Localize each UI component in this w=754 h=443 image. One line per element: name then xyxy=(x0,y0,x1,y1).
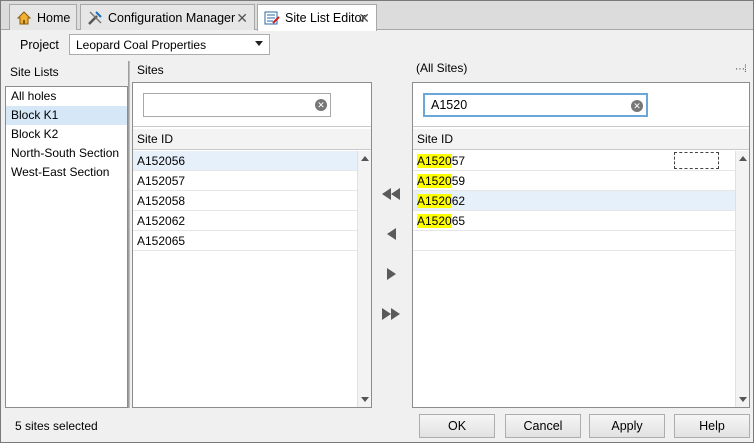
right-arrow-icon xyxy=(386,268,396,280)
splitter[interactable] xyxy=(128,61,130,408)
cancel-button[interactable]: Cancel xyxy=(505,414,581,438)
site-list-item[interactable]: North-South Section xyxy=(6,144,127,163)
ok-button[interactable]: OK xyxy=(419,414,495,438)
match-highlight: A1520 xyxy=(417,214,452,228)
tab-configuration-manager-label: Configuration Manager xyxy=(108,10,236,25)
sites-search-area: ✕ xyxy=(133,83,371,127)
sites-title: Sites xyxy=(137,63,164,77)
table-row[interactable]: A152062 xyxy=(133,211,357,231)
add-all-button[interactable] xyxy=(379,304,403,324)
project-label: Project xyxy=(20,38,59,52)
site-lists-title: Site Lists xyxy=(10,65,59,79)
all-sites-search-input[interactable] xyxy=(423,93,648,117)
chevron-down-icon xyxy=(255,41,263,46)
scroll-up-icon[interactable] xyxy=(739,156,747,161)
table-row[interactable]: A152065 xyxy=(133,231,357,251)
all-sites-title: (All Sites) xyxy=(416,61,468,75)
home-icon xyxy=(16,10,32,26)
sites-column-header[interactable]: Site ID xyxy=(133,129,371,150)
sites-scrollbar[interactable] xyxy=(357,151,371,407)
double-right-arrow-icon xyxy=(382,308,391,320)
table-row[interactable] xyxy=(413,231,735,251)
clear-search-icon[interactable]: ✕ xyxy=(631,100,643,112)
sites-grid: ✕ Site ID A152056 A152057 A152058 A15206… xyxy=(132,82,372,408)
apply-button[interactable]: Apply xyxy=(589,414,665,438)
scroll-down-icon[interactable] xyxy=(361,397,369,402)
tab-site-list-editor-label: Site List Editor xyxy=(285,11,366,25)
help-button[interactable]: Help xyxy=(674,414,750,438)
table-row[interactable]: A152059 xyxy=(413,171,735,191)
tab-home[interactable]: Home xyxy=(9,4,77,30)
tab-configuration-manager[interactable]: Configuration Manager ✕ xyxy=(80,4,255,30)
all-sites-search-area: ✕ xyxy=(413,83,749,127)
site-list-item[interactable]: Block K2 xyxy=(6,125,127,144)
match-highlight: A1520 xyxy=(417,174,452,188)
table-row[interactable]: A152057 xyxy=(413,151,735,171)
status-text: 5 sites selected xyxy=(15,419,98,433)
all-sites-column-header[interactable]: Site ID xyxy=(413,129,749,150)
tab-bar: Home Configuration Manager ✕ Site List E… xyxy=(1,1,753,31)
close-icon[interactable]: ✕ xyxy=(358,10,370,27)
all-sites-scrollbar[interactable] xyxy=(735,151,749,407)
remove-all-button[interactable] xyxy=(379,184,403,204)
tools-icon xyxy=(87,10,103,26)
clear-search-icon[interactable]: ✕ xyxy=(315,99,327,111)
tab-home-label: Home xyxy=(37,10,71,25)
sites-search-input[interactable] xyxy=(143,93,331,117)
editor-icon xyxy=(264,10,280,26)
all-sites-grid: ✕ Site ID A152057 A152059 A152062 A15206… xyxy=(412,82,750,408)
match-highlight: A1520 xyxy=(417,194,452,208)
scroll-down-icon[interactable] xyxy=(739,397,747,402)
project-select[interactable]: Leopard Coal Properties xyxy=(69,34,270,55)
close-icon[interactable]: ✕ xyxy=(236,10,248,27)
tab-site-list-editor[interactable]: Site List Editor ✕ xyxy=(257,4,377,31)
table-row[interactable]: A152057 xyxy=(133,171,357,191)
remove-one-button[interactable] xyxy=(379,224,403,244)
site-list-editor-window: Home Configuration Manager ✕ Site List E… xyxy=(0,0,754,443)
table-row[interactable]: A152056 xyxy=(133,151,357,171)
sites-rows: A152056 A152057 A152058 A152062 A152065 xyxy=(133,151,357,251)
site-list-item[interactable]: Block K1 xyxy=(6,106,127,125)
site-lists-panel: All holes Block K1 Block K2 North-South … xyxy=(5,86,128,408)
double-left-arrow-icon xyxy=(382,188,391,200)
table-row[interactable]: A152058 xyxy=(133,191,357,211)
add-one-button[interactable] xyxy=(379,264,403,284)
table-row[interactable]: A152065 xyxy=(413,211,735,231)
site-list-item[interactable]: All holes xyxy=(6,87,127,106)
focus-indicator xyxy=(674,152,719,169)
table-row[interactable]: A152062 xyxy=(413,191,735,211)
match-highlight: A1520 xyxy=(417,154,452,168)
pin-icon[interactable]: ⋯⁞ xyxy=(735,64,747,75)
left-arrow-icon xyxy=(386,228,396,240)
site-list-item[interactable]: West-East Section xyxy=(6,163,127,182)
all-sites-rows: A152057 A152059 A152062 A152065 xyxy=(413,151,735,251)
project-value: Leopard Coal Properties xyxy=(76,38,207,52)
scroll-up-icon[interactable] xyxy=(361,156,369,161)
